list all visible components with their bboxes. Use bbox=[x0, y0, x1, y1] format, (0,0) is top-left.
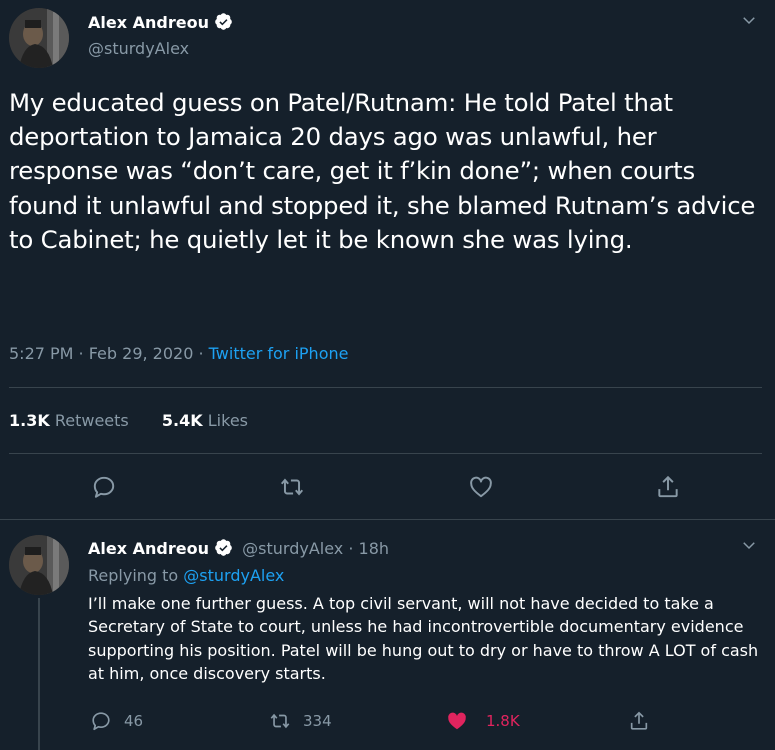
reply-retweet-button[interactable]: 334 bbox=[269, 710, 332, 732]
divider bbox=[9, 387, 762, 388]
replying-to-link[interactable]: @sturdyAlex bbox=[183, 566, 284, 585]
reply-share-button[interactable] bbox=[628, 710, 662, 732]
retweets-stat[interactable]: 1.3K Retweets bbox=[9, 411, 129, 430]
reply-author-handle-time[interactable]: @sturdyAlex · 18h bbox=[242, 539, 389, 558]
replying-to: Replying to @sturdyAlex bbox=[88, 566, 284, 585]
tweet-source-link[interactable]: Twitter for iPhone bbox=[209, 344, 349, 363]
chevron-down-icon[interactable] bbox=[740, 536, 758, 554]
retweet-count: 334 bbox=[303, 712, 332, 730]
tweet-text: My educated guess on Patel/Rutnam: He to… bbox=[9, 88, 756, 254]
reply-icon bbox=[92, 712, 110, 731]
author-avatar[interactable] bbox=[9, 8, 69, 68]
verified-badge-icon bbox=[215, 539, 232, 556]
engagement-stats: 1.3K Retweets 5.4K Likes bbox=[9, 411, 248, 430]
reply-tweet-text: I’ll make one further guess. A top civil… bbox=[88, 594, 759, 684]
author-name[interactable]: Alex Andreou bbox=[88, 13, 209, 32]
reply-count: 46 bbox=[124, 712, 144, 730]
retweets-label: Retweets bbox=[49, 411, 129, 430]
reply-button[interactable] bbox=[91, 474, 117, 500]
reply-author-avatar[interactable] bbox=[9, 535, 69, 595]
replying-to-prefix: Replying to bbox=[88, 566, 184, 585]
tweet-timestamp[interactable]: 5:27 PM · Feb 29, 2020 · bbox=[9, 344, 209, 363]
reply-like-button[interactable]: 1.8K bbox=[446, 710, 520, 732]
divider bbox=[0, 519, 775, 520]
author-name-row[interactable]: Alex Andreou bbox=[88, 12, 233, 32]
retweet-button[interactable] bbox=[279, 474, 305, 500]
reply-icon bbox=[93, 476, 115, 498]
author-handle[interactable]: @sturdyAlex bbox=[88, 39, 189, 58]
likes-label: Likes bbox=[202, 411, 248, 430]
verified-badge-icon bbox=[215, 13, 232, 30]
likes-count: 5.4K bbox=[161, 411, 203, 430]
tweet-metadata: 5:27 PM · Feb 29, 2020 · Twitter for iPh… bbox=[9, 344, 348, 363]
reply-reply-button[interactable]: 46 bbox=[90, 710, 143, 732]
divider bbox=[9, 453, 762, 454]
retweet-icon bbox=[270, 713, 290, 729]
share-icon bbox=[658, 475, 678, 498]
like-button[interactable] bbox=[468, 474, 494, 500]
heart-filled-icon bbox=[448, 712, 466, 730]
heart-icon bbox=[470, 476, 492, 498]
thread-line bbox=[38, 598, 40, 750]
reply-header: Alex Andreou @sturdyAlex · 18h bbox=[88, 538, 389, 558]
reply-author-name[interactable]: Alex Andreou bbox=[88, 539, 209, 558]
retweets-count: 1.3K bbox=[9, 411, 50, 430]
share-button[interactable] bbox=[655, 474, 681, 500]
likes-stat[interactable]: 5.4K Likes bbox=[162, 411, 248, 430]
retweet-icon bbox=[280, 478, 304, 496]
share-icon bbox=[630, 711, 648, 730]
chevron-down-icon[interactable] bbox=[740, 11, 758, 29]
like-count: 1.8K bbox=[486, 712, 520, 730]
